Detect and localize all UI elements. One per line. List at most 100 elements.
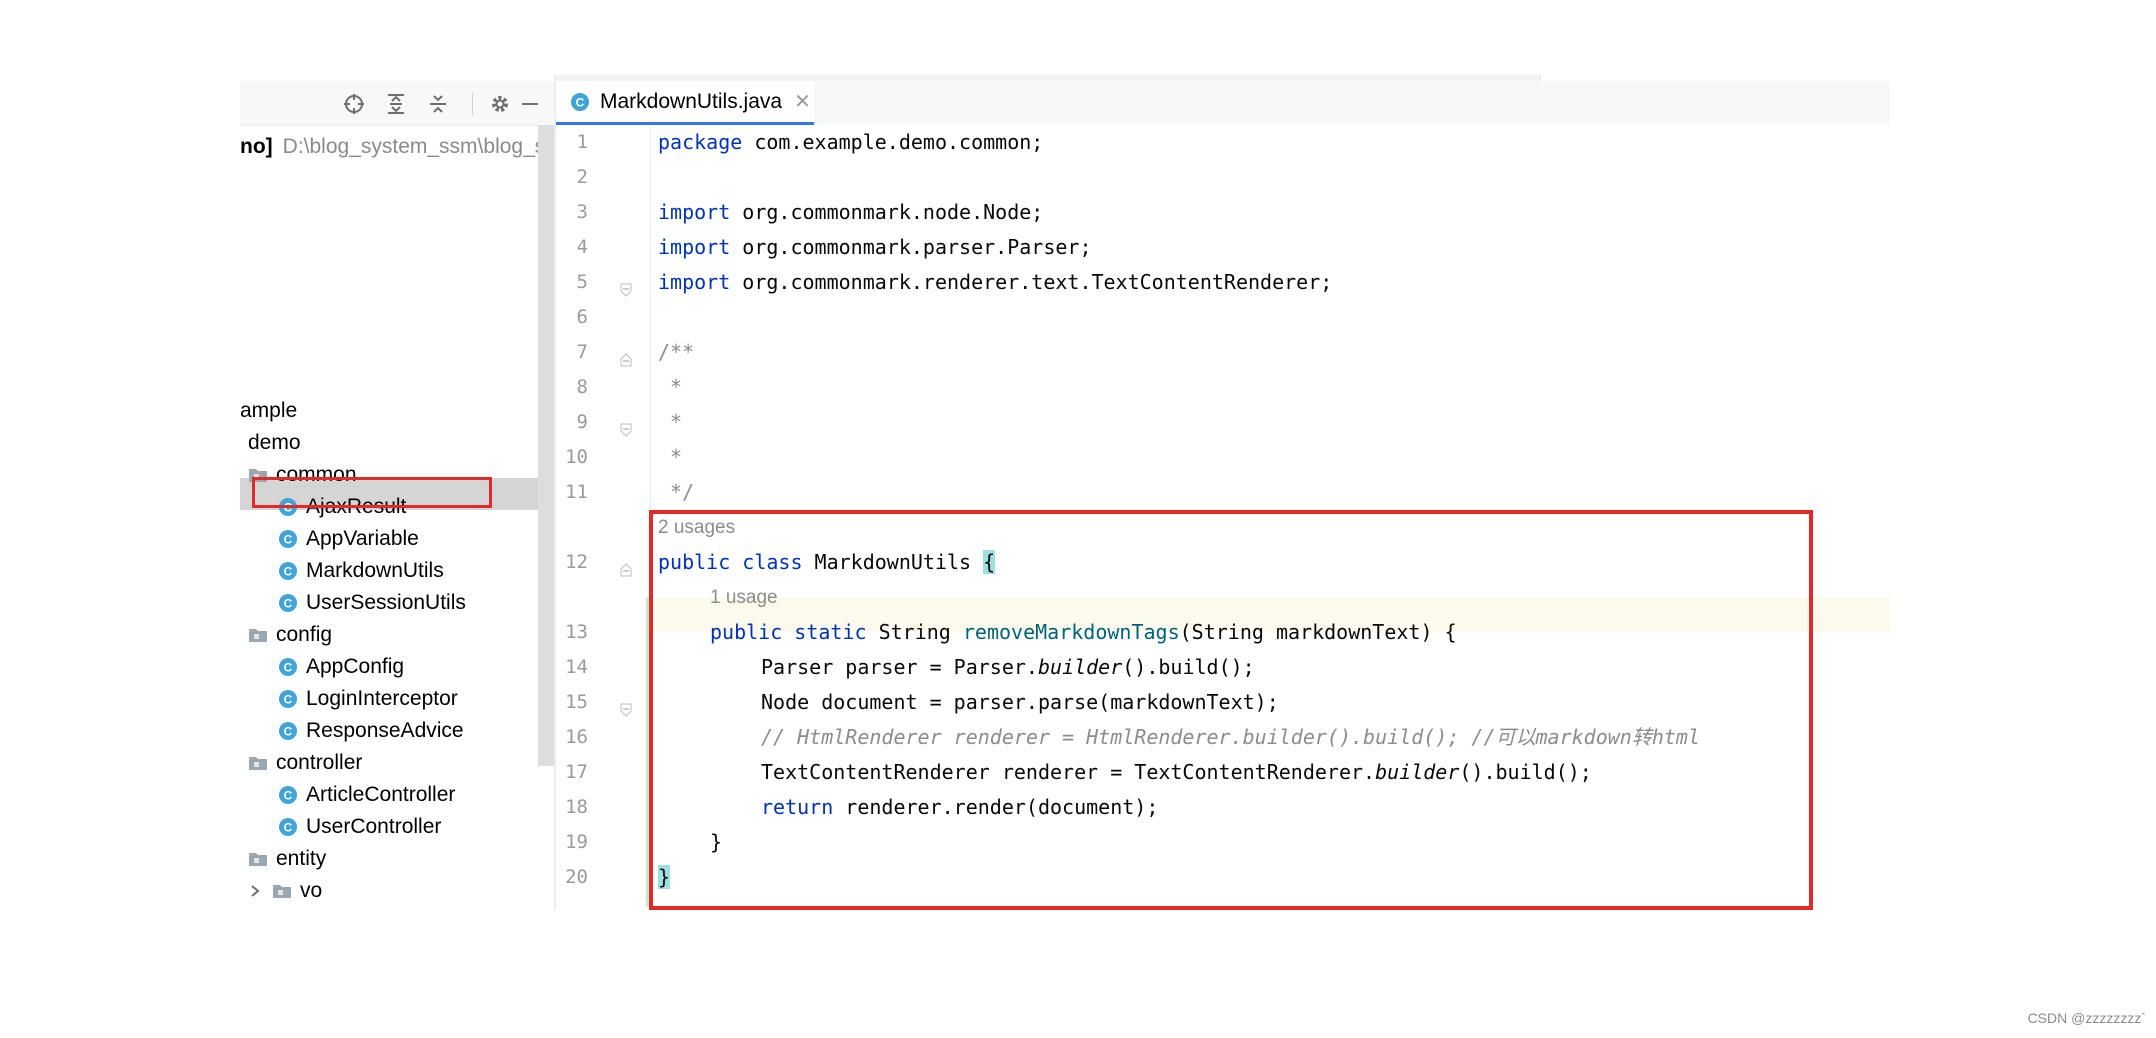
tree-item-logininterceptor[interactable]: C LoginInterceptor bbox=[278, 683, 458, 715]
code-line-1[interactable]: package com.example.demo.common; bbox=[658, 125, 1043, 160]
tree-item-ample[interactable]: ample bbox=[240, 395, 297, 427]
crosshair-icon bbox=[344, 94, 364, 114]
code-line-5[interactable]: import org.commonmark.renderer.text.Text… bbox=[658, 265, 1332, 300]
svg-text:C: C bbox=[284, 725, 293, 739]
project-root-path: D:\blog_system_ssm\blog_syst bbox=[282, 135, 554, 158]
class-icon: C bbox=[278, 657, 298, 677]
package-folder-icon bbox=[248, 627, 268, 643]
tab-label: MarkdownUtils.java bbox=[600, 89, 783, 113]
line-number[interactable]: 12 bbox=[556, 545, 588, 580]
line-number[interactable]: 17 bbox=[556, 755, 588, 790]
line-number[interactable]: 20 bbox=[556, 860, 588, 895]
watermark: CSDN @zzzzzzzz` bbox=[2027, 1010, 2146, 1026]
expand-all-button[interactable] bbox=[382, 91, 410, 117]
line-number[interactable]: 1 bbox=[556, 125, 588, 160]
project-scrollbar[interactable] bbox=[538, 125, 554, 766]
tree-item-label: AppVariable bbox=[306, 527, 419, 550]
svg-text:C: C bbox=[284, 693, 293, 707]
close-tab-icon[interactable]: ✕ bbox=[794, 89, 811, 114]
tree-item-config[interactable]: config bbox=[248, 619, 332, 651]
tree-item-responseadvice[interactable]: C ResponseAdvice bbox=[278, 715, 464, 747]
gear-icon bbox=[492, 96, 508, 112]
tree-item-label: ResponseAdvice bbox=[306, 719, 464, 742]
line-number[interactable]: 19 bbox=[556, 825, 588, 860]
code-line-9[interactable]: * bbox=[658, 405, 682, 440]
tree-item-vo[interactable]: vo bbox=[248, 875, 322, 907]
tree-item-articleinfo[interactable]: CArticleinfo bbox=[278, 907, 398, 910]
project-root-row[interactable]: no] D:\blog_system_ssm\blog_syst bbox=[240, 131, 554, 163]
line-number[interactable]: 5 bbox=[556, 265, 588, 300]
line-number[interactable]: 9 bbox=[556, 405, 588, 440]
code-line-8[interactable]: * bbox=[658, 370, 682, 405]
minimize-icon bbox=[522, 103, 538, 105]
line-number[interactable]: 14 bbox=[556, 650, 588, 685]
editor-tab-bar: C MarkdownUtils.java ✕ bbox=[556, 81, 1890, 126]
settings-button[interactable] bbox=[486, 91, 514, 117]
tree-item-label: entity bbox=[276, 847, 327, 870]
code-text: org.commonmark.parser.Parser; bbox=[730, 235, 1092, 259]
code-line-11[interactable]: */ bbox=[658, 475, 694, 510]
line-number[interactable]: 6 bbox=[556, 300, 588, 335]
code-line-4[interactable]: import org.commonmark.parser.Parser; bbox=[658, 230, 1091, 265]
fold-method-icon[interactable] bbox=[620, 703, 632, 717]
tree-item-label: UserController bbox=[306, 815, 442, 838]
code-line-7[interactable]: /** bbox=[658, 335, 694, 370]
line-number[interactable]: 8 bbox=[556, 370, 588, 405]
tree-item-entity[interactable]: entity bbox=[248, 843, 326, 875]
chevron-right-icon[interactable] bbox=[248, 884, 262, 898]
line-number[interactable]: 7 bbox=[556, 335, 588, 370]
selection-annotation-box bbox=[252, 477, 492, 508]
line-number[interactable]: 16 bbox=[556, 720, 588, 755]
hide-panel-button[interactable] bbox=[516, 91, 544, 117]
line-number[interactable]: 13 bbox=[556, 615, 588, 650]
package-folder-icon bbox=[272, 883, 292, 899]
keyword: package bbox=[658, 130, 743, 154]
tree-item-label: ample bbox=[240, 399, 298, 422]
code-line-10[interactable]: * bbox=[658, 440, 682, 475]
svg-text:C: C bbox=[284, 661, 293, 675]
project-root-name: no] bbox=[240, 135, 273, 158]
tree-item-usercontroller[interactable]: C UserController bbox=[278, 811, 441, 843]
line-number[interactable]: 2 bbox=[556, 160, 588, 195]
code-line-3[interactable]: import org.commonmark.node.Node; bbox=[658, 195, 1043, 230]
tree-item-label: MarkdownUtils bbox=[306, 559, 444, 582]
tree-item-appvariable[interactable]: C AppVariable bbox=[278, 523, 419, 555]
class-icon: C bbox=[278, 529, 298, 549]
line-number[interactable]: 10 bbox=[556, 440, 588, 475]
locate-file-button[interactable] bbox=[340, 91, 368, 117]
class-icon: C bbox=[278, 689, 298, 709]
class-icon: C bbox=[278, 817, 298, 837]
class-icon: C bbox=[278, 721, 298, 741]
tree-item-label: demo bbox=[248, 431, 301, 454]
tree-item-controller[interactable]: controller bbox=[248, 747, 362, 779]
tree-item-label: AppConfig bbox=[306, 655, 405, 678]
fold-imports-end-icon[interactable] bbox=[620, 353, 632, 367]
tree-item-label: ArticleController bbox=[306, 783, 456, 806]
tree-item-appconfig[interactable]: C AppConfig bbox=[278, 651, 404, 683]
collapse-all-button[interactable] bbox=[424, 91, 452, 117]
highlight-annotation-box bbox=[649, 510, 1813, 910]
tree-item-markdownutils[interactable]: C MarkdownUtils bbox=[278, 555, 444, 587]
tree-item-demo[interactable]: demo bbox=[248, 427, 301, 459]
fold-comment-end-icon[interactable] bbox=[620, 563, 632, 577]
line-number[interactable]: 15 bbox=[556, 685, 588, 720]
class-icon: C bbox=[278, 593, 298, 613]
tree-item-usersessionutils[interactable]: C UserSessionUtils bbox=[278, 587, 466, 619]
line-number[interactable]: 3 bbox=[556, 195, 588, 230]
tree-item-label: vo bbox=[300, 879, 323, 902]
line-number[interactable]: 11 bbox=[556, 475, 588, 510]
fold-comment-icon[interactable] bbox=[620, 423, 632, 437]
code-text: org.commonmark.node.Node; bbox=[730, 200, 1044, 224]
project-panel: no] D:\blog_system_ssm\blog_syst ample dem… bbox=[240, 75, 554, 910]
line-number[interactable]: 18 bbox=[556, 790, 588, 825]
fold-imports-icon[interactable] bbox=[620, 283, 632, 297]
code-text: org.commonmark.renderer.text.TextContent… bbox=[730, 270, 1333, 294]
toolbar-divider bbox=[472, 93, 473, 115]
tree-item-label: config bbox=[276, 623, 333, 646]
tree-item-articlecontroller[interactable]: C ArticleController bbox=[278, 779, 455, 811]
tree-item-label: UserSessionUtils bbox=[306, 591, 466, 614]
svg-text:C: C bbox=[284, 789, 293, 803]
line-number[interactable]: 4 bbox=[556, 230, 588, 265]
tab-markdownutils[interactable]: C MarkdownUtils.java ✕ bbox=[556, 81, 814, 125]
keyword: import bbox=[658, 200, 731, 224]
